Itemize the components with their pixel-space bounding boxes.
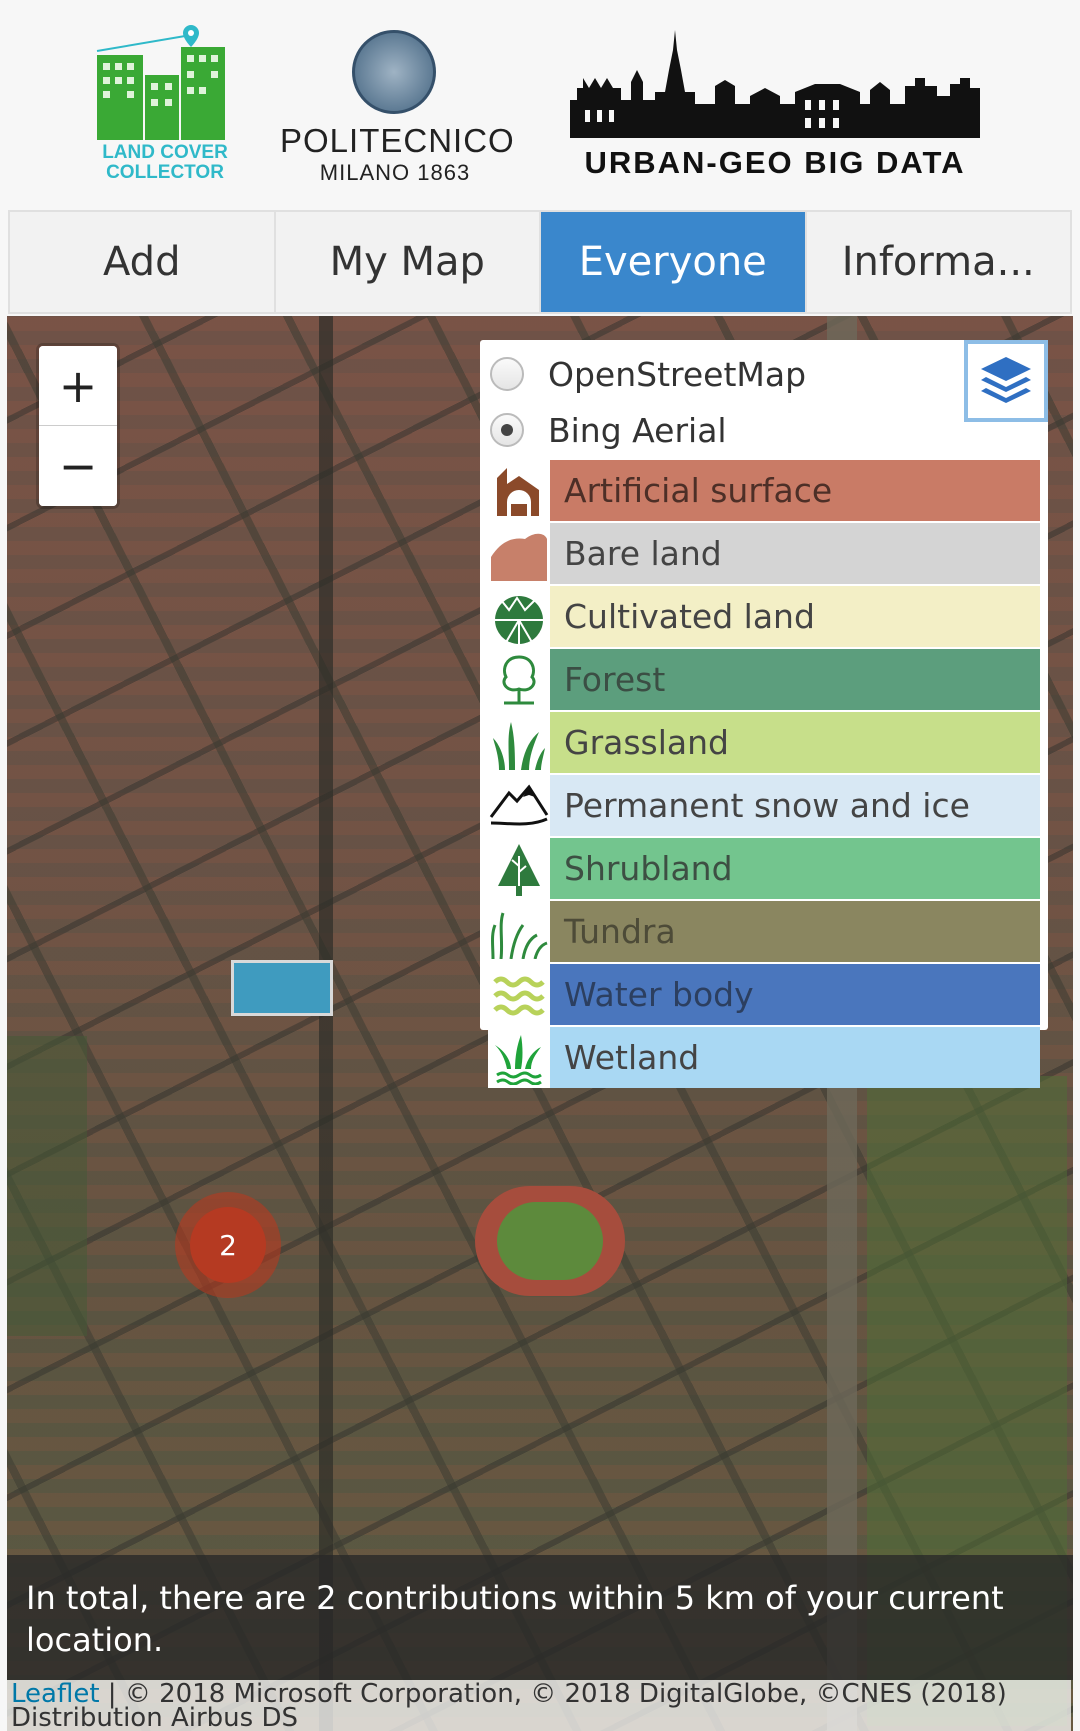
tab-my-map[interactable]: My Map	[276, 212, 541, 312]
map-park	[7, 1036, 87, 1336]
attribution-text: | © 2018 Microsoft Corporation, © 2018 D…	[11, 1680, 1007, 1731]
shrub-icon	[488, 838, 550, 899]
tab-bar: Add My Map Everyone Informa...	[8, 210, 1072, 314]
land-cover-item[interactable]: Tundra	[488, 901, 1040, 962]
land-cover-label: Cultivated land	[550, 586, 1040, 647]
land-cover-item[interactable]: Shrubland	[488, 838, 1040, 899]
land-cover-label: Shrubland	[550, 838, 1040, 899]
land-cover-item[interactable]: Bare land	[488, 523, 1040, 584]
wetland-icon	[488, 1027, 550, 1088]
politecnico-logo: POLITECNICO MILANO 1863	[280, 30, 515, 190]
map-field	[497, 1202, 603, 1280]
map-road	[319, 316, 333, 1731]
map-attribution: Leaflet | © 2018 Microsoft Corporation, …	[7, 1680, 1071, 1731]
bare-land-icon	[488, 523, 550, 584]
land-cover-label: Wetland	[550, 1027, 1040, 1088]
layer-control: OpenStreetMap Bing Aerial Artificial sur…	[480, 340, 1048, 1088]
land-cover-item[interactable]: Grassland	[488, 712, 1040, 773]
zoom-out-button[interactable]: −	[39, 426, 117, 506]
map-view[interactable]: + − 2 OpenStreetMap Bing Aerial Artifici…	[7, 316, 1073, 1731]
tab-information[interactable]: Informa...	[807, 212, 1071, 312]
base-layer-bing[interactable]: Bing Aerial	[490, 402, 727, 458]
politecnico-name: POLITECNICO	[280, 122, 515, 159]
base-layer-label: OpenStreetMap	[548, 354, 807, 394]
grass-icon	[488, 712, 550, 773]
tundra-icon	[488, 901, 550, 962]
radio-bing[interactable]	[490, 413, 524, 447]
land-cover-collector-logo: LAND COVER COLLECTOR	[95, 25, 235, 185]
land-cover-label: Tundra	[550, 901, 1040, 962]
zoom-in-button[interactable]: +	[39, 346, 117, 426]
layers-icon	[981, 357, 1031, 403]
tree-icon	[488, 649, 550, 710]
land-cover-label: Artificial surface	[550, 460, 1040, 521]
building-icon	[488, 460, 550, 521]
land-cover-item[interactable]: Forest	[488, 649, 1040, 710]
land-cover-legend: Artificial surface Bare land Cultivated la…	[488, 460, 1040, 1090]
land-cover-label: Bare land	[550, 523, 1040, 584]
tab-everyone[interactable]: Everyone	[541, 212, 807, 312]
land-cover-item[interactable]: Cultivated land	[488, 586, 1040, 647]
layers-toggle-button[interactable]	[964, 340, 1048, 422]
field-icon	[488, 586, 550, 647]
land-cover-label: Water body	[550, 964, 1040, 1025]
header: LAND COVER COLLECTOR POLITECNICO MILANO …	[0, 0, 1080, 210]
base-layer-label: Bing Aerial	[548, 410, 727, 450]
politecnico-seal	[352, 30, 436, 114]
info-text: In total, there are 2 contributions with…	[26, 1579, 1004, 1659]
radio-osm[interactable]	[490, 357, 524, 391]
contribution-cluster-marker[interactable]: 2	[175, 1192, 281, 1298]
land-cover-label: Permanent snow and ice	[550, 775, 1040, 836]
land-cover-label: Forest	[550, 649, 1040, 710]
map-pool	[231, 960, 333, 1016]
land-cover-item[interactable]: Water body	[488, 964, 1040, 1025]
water-icon	[488, 964, 550, 1025]
info-banner: In total, there are 2 contributions with…	[7, 1555, 1073, 1680]
land-cover-item[interactable]: Artificial surface	[488, 460, 1040, 521]
tab-add[interactable]: Add	[10, 212, 276, 312]
ugbd-logo-text: URBAN-GEO BIG DATA	[584, 145, 966, 180]
politecnico-subtitle: MILANO 1863	[319, 160, 471, 185]
mountain-icon	[488, 775, 550, 836]
lcc-logo-text: LAND COVER COLLECTOR	[102, 142, 228, 183]
land-cover-item[interactable]: Permanent snow and ice	[488, 775, 1040, 836]
base-layer-osm[interactable]: OpenStreetMap	[490, 346, 806, 402]
cluster-count: 2	[190, 1207, 266, 1283]
urban-geo-big-data-logo: URBAN-GEO BIG DATA	[565, 30, 985, 190]
land-cover-item[interactable]: Wetland	[488, 1027, 1040, 1088]
land-cover-label: Grassland	[550, 712, 1040, 773]
zoom-control: + −	[39, 346, 117, 506]
